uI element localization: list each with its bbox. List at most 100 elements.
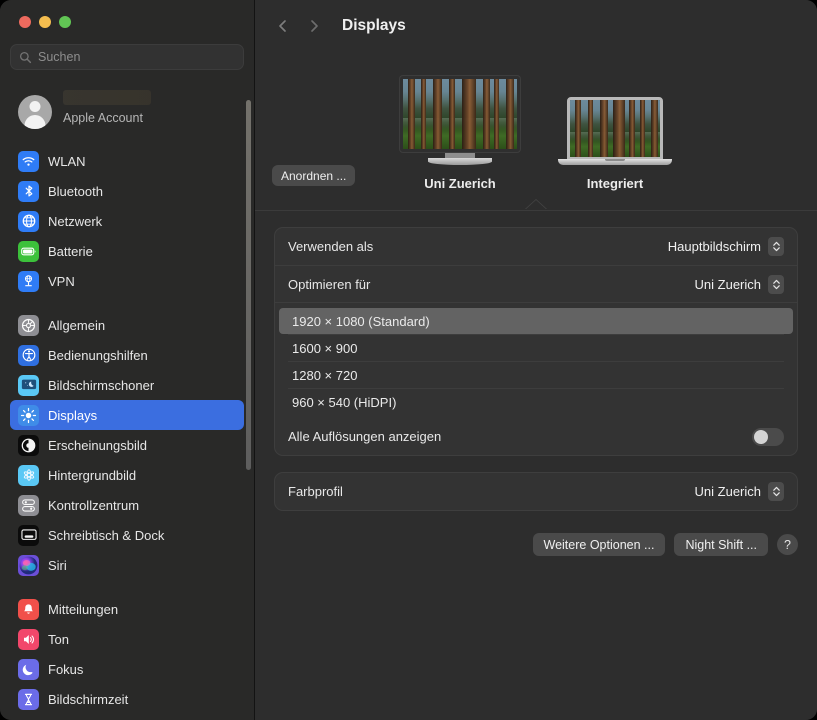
sidebar-item-label: Schreibtisch & Dock (48, 527, 165, 543)
label-color-profile: Farbprofil (288, 484, 343, 499)
section-divider (255, 210, 817, 211)
notifications-icon (18, 598, 39, 620)
zoom-button[interactable] (59, 16, 71, 28)
account-subtitle: Apple Account (63, 111, 143, 125)
laptop-icon[interactable] (567, 97, 663, 159)
search-icon (19, 51, 32, 64)
sidebar-item-label: Bildschirmschoner (48, 377, 155, 393)
sidebar-item-bedienungshilfen[interactable]: Bedienungshilfen (10, 340, 244, 370)
row-use-as[interactable]: Verwenden als Hauptbildschirm (275, 228, 797, 265)
display-item-external[interactable]: Uni Zuerich (400, 76, 520, 191)
chevron-updown-icon (768, 482, 784, 501)
row-optimize-for[interactable]: Optimieren für Uni Zuerich (275, 265, 797, 302)
sidebar-item-batterie[interactable]: Batterie (10, 236, 244, 266)
resolution-option[interactable]: 1280 × 720 (279, 362, 793, 388)
row-color-profile[interactable]: Farbprofil Uni Zuerich (275, 473, 797, 510)
resolution-option[interactable]: 1600 × 900 (279, 335, 793, 361)
accessibility-icon (18, 344, 39, 366)
bluetooth-icon (18, 180, 39, 202)
sidebar-item-bildschirmzeit[interactable]: Bildschirmzeit (10, 684, 244, 714)
show-all-resolutions-toggle[interactable] (752, 427, 784, 446)
row-show-all-resolutions[interactable]: Alle Auflösungen anzeigen (275, 418, 797, 455)
laptop-base (558, 159, 672, 165)
sidebar-item-wlan[interactable]: WLAN (10, 146, 244, 176)
page-title: Displays (342, 17, 406, 34)
sidebar-item-kontrollzentrum[interactable]: Kontrollzentrum (10, 490, 244, 520)
sidebar-item-netzwerk[interactable]: Netzwerk (10, 206, 244, 236)
chevron-left-icon[interactable] (274, 18, 291, 35)
minimize-button[interactable] (39, 16, 51, 28)
account-name-redacted (63, 90, 151, 105)
sidebar: Suchen Apple Account WLAN Bluetooth Netzwe… (0, 0, 255, 720)
main-content: Displays Uni Zuerich Integriert Anordnen… (255, 0, 817, 720)
close-button[interactable] (19, 16, 31, 28)
sidebar-item-fokus[interactable]: Fokus (10, 654, 244, 684)
sidebar-item-label: Ton (48, 631, 69, 647)
resolution-option[interactable]: 1920 × 1080 (Standard) (279, 308, 793, 334)
selected-display-caret (525, 200, 547, 210)
display-name-external: Uni Zuerich (424, 176, 496, 191)
chevron-right-icon[interactable] (305, 18, 322, 35)
sidebar-item-bluetooth[interactable]: Bluetooth (10, 176, 244, 206)
sidebar-item-label: Mitteilungen (48, 601, 119, 617)
settings-content: Verwenden als Hauptbildschirm Optimieren… (255, 211, 817, 556)
sound-icon (18, 628, 39, 650)
search-input[interactable]: Suchen (10, 44, 244, 70)
apple-account-row[interactable]: Apple Account (10, 86, 244, 138)
sidebar-item-ton[interactable]: Ton (10, 624, 244, 654)
sidebar-item-vpn[interactable]: VPN (10, 266, 244, 296)
resolution-option[interactable]: 960 × 540 (HiDPI) (279, 389, 793, 415)
sidebar-item-label: Bildschirmzeit (48, 691, 129, 707)
sidebar-item-mitteilungen[interactable]: Mitteilungen (10, 594, 244, 624)
account-text: Apple Account (63, 90, 151, 125)
sidebar-item-label: Netzwerk (48, 213, 103, 229)
sidebar-item-allgemein[interactable]: Allgemein (10, 310, 244, 340)
sidebar-item-label: Fokus (48, 661, 84, 677)
sidebar-item-schreibtisch-dock[interactable]: Schreibtisch & Dock (10, 520, 244, 550)
display-name-builtin: Integriert (586, 176, 644, 191)
sidebar-item-label: Bluetooth (48, 183, 103, 199)
screen-time-icon (18, 688, 39, 710)
sidebar-scroll-area: Apple Account WLAN Bluetooth Netzwerk Batte… (0, 82, 254, 720)
arrange-displays-button[interactable]: Anordnen ... (272, 165, 356, 186)
wallpaper-preview (403, 79, 517, 149)
siri-icon (18, 554, 39, 576)
search-placeholder: Suchen (38, 50, 81, 64)
value-optimize-for: Uni Zuerich (694, 276, 761, 292)
sidebar-group-2: Mitteilungen Ton Fokus Bildschirmzeit (10, 594, 244, 714)
popup-use-as[interactable]: Hauptbildschirm (668, 237, 784, 256)
help-button[interactable]: ? (777, 534, 798, 555)
label-use-as: Verwenden als (288, 239, 374, 254)
displays-picker: Uni Zuerich Integriert Anordnen ... (255, 52, 817, 210)
globe-icon (18, 210, 39, 232)
sidebar-group-0: WLAN Bluetooth Netzwerk Batterie VPN (10, 146, 244, 296)
brightness-icon (18, 404, 39, 426)
chevron-updown-icon (768, 274, 784, 294)
sidebar-item-siri[interactable]: Siri (10, 550, 244, 580)
toolbar: Displays (255, 0, 817, 52)
sidebar-item-label: Erscheinungsbild (48, 437, 148, 453)
popup-optimize-for[interactable]: Uni Zuerich (694, 274, 784, 294)
display-item-builtin[interactable]: Integriert (558, 97, 672, 191)
sidebar-item-bildschirmschoner[interactable]: Bildschirmschoner (10, 370, 244, 400)
avatar (18, 95, 52, 129)
night-shift-button[interactable]: Night Shift ... (674, 533, 768, 556)
sidebar-item-erscheinungsbild[interactable]: Erscheinungsbild (10, 430, 244, 460)
sidebar-item-label: WLAN (48, 153, 86, 169)
focus-moon-icon (18, 658, 39, 680)
gear-icon (18, 314, 39, 336)
sidebar-item-label: Allgemein (48, 317, 106, 333)
sidebar-item-hintergrundbild[interactable]: Hintergrundbild (10, 460, 244, 490)
system-settings-window: Suchen Apple Account WLAN Bluetooth Netzwe… (0, 0, 817, 720)
color-profile-card: Farbprofil Uni Zuerich (274, 472, 798, 511)
sidebar-item-label: Kontrollzentrum (48, 497, 140, 513)
search-container: Suchen (0, 44, 254, 82)
sidebar-item-displays[interactable]: Displays (10, 400, 244, 430)
popup-color-profile[interactable]: Uni Zuerich (695, 482, 784, 501)
external-monitor-icon[interactable] (400, 76, 520, 152)
sidebar-item-label: Displays (48, 407, 98, 423)
sidebar-item-label: Batterie (48, 243, 93, 259)
more-options-button[interactable]: Weitere Optionen ... (532, 533, 666, 556)
sidebar-scrollbar[interactable] (246, 100, 251, 470)
vpn-icon (18, 270, 39, 292)
